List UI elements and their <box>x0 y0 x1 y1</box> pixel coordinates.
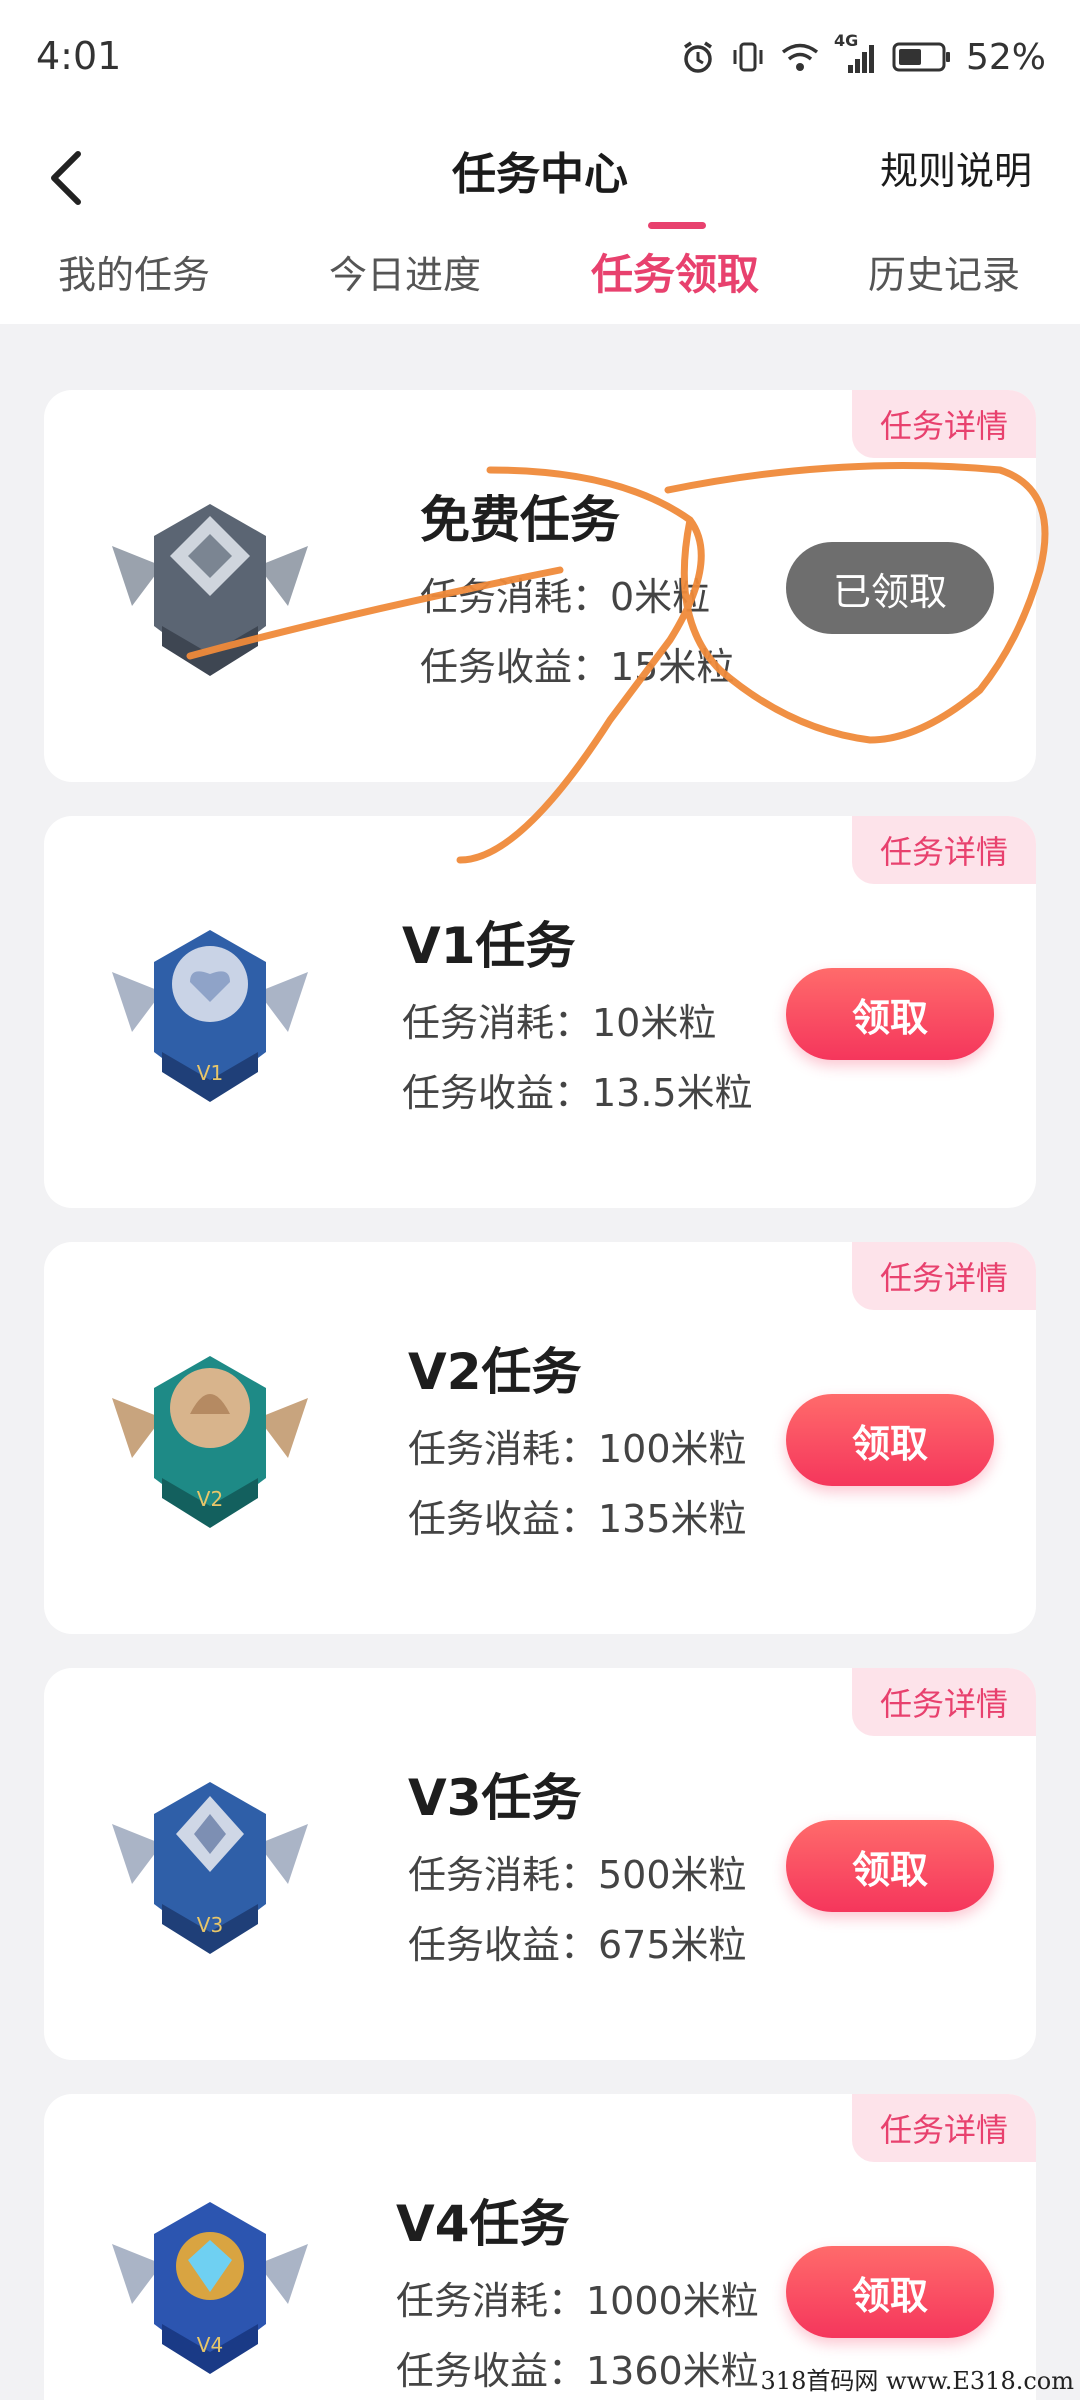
tab-claim-tasks[interactable]: 任务领取 <box>591 241 759 302</box>
status-time: 4:01 <box>36 34 122 78</box>
task-detail-button[interactable]: 任务详情 <box>852 390 1036 458</box>
vibrate-icon <box>733 42 763 72</box>
task-reward: 任务收益：15米粒 <box>420 645 735 689</box>
alarm-icon <box>684 41 712 73</box>
rank-badge-icon: V1 <box>112 930 308 1102</box>
task-detail-button[interactable]: 任务详情 <box>852 1242 1036 1310</box>
rank-badge-icon: V2 <box>112 1356 308 1528</box>
battery-icon <box>892 42 950 72</box>
tab-bar: 我的任务 今日进度 任务领取 历史记录 <box>0 244 1080 324</box>
tab-history[interactable]: 历史记录 <box>868 244 1020 299</box>
tab-my-tasks[interactable]: 我的任务 <box>58 244 210 299</box>
claim-button[interactable]: 领取 <box>786 1394 994 1486</box>
wifi-icon <box>781 43 819 71</box>
badge-label: V1 <box>197 1061 223 1085</box>
rank-badge-icon: V3 <box>112 1782 308 1954</box>
cell-signal-icon: 4G <box>834 31 878 77</box>
tab-active-indicator <box>648 222 706 229</box>
claim-button[interactable]: 领取 <box>786 2246 994 2338</box>
task-cost: 任务消耗：0米粒 <box>420 575 711 619</box>
status-bar: 4:01 4G 52% <box>0 0 1080 118</box>
battery-percent: 52% <box>965 36 1046 78</box>
badge-label: V4 <box>197 2333 223 2357</box>
task-reward: 任务收益：13.5米粒 <box>402 1071 753 1115</box>
task-card-free: 任务详情 免费任务 任务消耗：0米粒 任务收益：15米粒 已领取 <box>44 390 1036 782</box>
task-card-v2: 任务详情 V2 V2任务 任务消耗：100米粒 任务收益：135米粒 领取 <box>44 1242 1036 1634</box>
status-icons: 4G 52% <box>680 31 1046 80</box>
tab-today-progress[interactable]: 今日进度 <box>329 244 481 299</box>
task-name: V4任务 <box>396 2195 570 2253</box>
badge-label: V2 <box>197 1487 223 1511</box>
watermark: 318首码网 www.E318.com <box>760 2367 1074 2395</box>
task-detail-button[interactable]: 任务详情 <box>852 2094 1036 2162</box>
task-reward: 任务收益：135米粒 <box>408 1497 747 1541</box>
rules-link[interactable]: 规则说明 <box>880 140 1032 195</box>
claim-button[interactable]: 领取 <box>786 968 994 1060</box>
task-card-v4: 任务详情 V4 V4任务 任务消耗：1000米粒 任务收益：1360米粒 领取 <box>44 2094 1036 2400</box>
rank-badge-icon: V4 <box>112 2202 308 2374</box>
rank-badge-icon <box>112 504 308 676</box>
task-name: V1任务 <box>402 917 576 975</box>
task-card-v1: 任务详情 V1 V1任务 任务消耗：10米粒 任务收益：13.5米粒 领取 <box>44 816 1036 1208</box>
task-cost: 任务消耗：1000米粒 <box>396 2279 759 2323</box>
task-name: 免费任务 <box>420 491 620 549</box>
task-name: V2任务 <box>408 1343 582 1401</box>
task-name: V3任务 <box>408 1769 582 1827</box>
claimed-button[interactable]: 已领取 <box>786 542 994 634</box>
task-cost: 任务消耗：500米粒 <box>408 1853 747 1897</box>
claim-button[interactable]: 领取 <box>786 1820 994 1912</box>
task-detail-button[interactable]: 任务详情 <box>852 816 1036 884</box>
task-cost: 任务消耗：100米粒 <box>408 1427 747 1471</box>
task-reward: 任务收益：675米粒 <box>408 1923 747 1967</box>
header: 任务中心 规则说明 我的任务 今日进度 任务领取 历史记录 <box>0 118 1080 324</box>
badge-label: V3 <box>197 1913 223 1937</box>
task-reward: 任务收益：1360米粒 <box>396 2349 759 2393</box>
task-card-v3: 任务详情 V3 V3任务 任务消耗：500米粒 任务收益：675米粒 领取 <box>44 1668 1036 2060</box>
task-detail-button[interactable]: 任务详情 <box>852 1668 1036 1736</box>
task-cost: 任务消耗：10米粒 <box>402 1001 717 1045</box>
